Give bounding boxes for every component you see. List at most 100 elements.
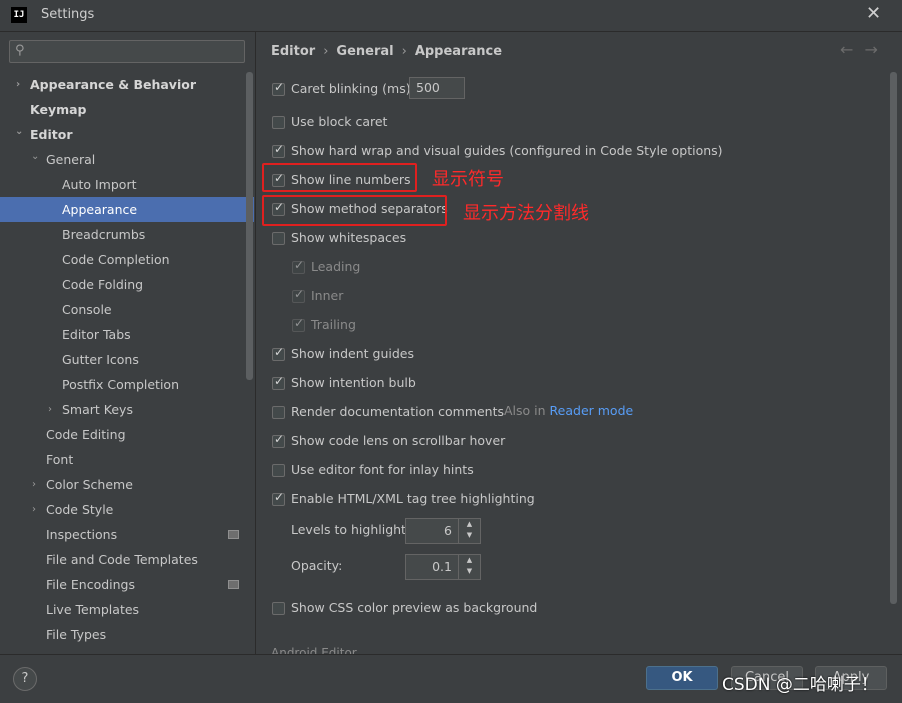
css-preview-checkbox[interactable] [272,602,285,615]
intention-bulb-label: Show intention bulb [291,375,416,390]
tree-item-breadcrumbs[interactable]: Breadcrumbs [0,222,246,247]
ok-button[interactable]: OK [646,666,718,690]
tree-item-label: Inspections [46,527,118,542]
leading-label: Leading [311,259,361,274]
watermark: CSDN @二哈喇子！ [722,675,878,695]
content-scrollbar[interactable] [890,72,897,604]
tree-item-file-types[interactable]: File Types [0,622,246,647]
app-logo-icon: IJ [11,7,27,23]
history-nav: ← → [840,40,878,59]
tree-item-live-templates[interactable]: Live Templates [0,597,246,622]
block-caret-label: Use block caret [291,114,388,129]
tree-item-file-encodings[interactable]: File Encodings [0,572,246,597]
tree-item-editor-tabs[interactable]: Editor Tabs [0,322,246,347]
sidebar-scrollbar[interactable] [246,72,253,380]
tree-item-label: Console [62,302,112,317]
levels-label: Levels to highlight: [291,522,411,537]
breadcrumb-separator: › [401,44,407,59]
back-arrow-icon[interactable]: ← [840,40,853,59]
annotation-line-numbers: 显示符号 [432,169,504,190]
whitespaces-label: Show whitespaces [291,230,407,245]
tree-item-font[interactable]: Font [0,447,246,472]
tree-item-gutter-icons[interactable]: Gutter Icons [0,347,246,372]
tree-item-code-completion[interactable]: Code Completion [0,247,246,272]
tree-item-appearance[interactable]: Appearance [0,197,254,222]
spinner-arrows-icon[interactable]: ▲ ▼ [458,519,480,543]
code-lens-checkbox[interactable] [272,432,285,448]
indent-guides-checkbox[interactable] [272,345,285,361]
tree-item-postfix-completion[interactable]: Postfix Completion [0,372,246,397]
search-input[interactable]: ⚲ [9,40,245,63]
leading-checkbox[interactable] [292,258,305,274]
hard-wrap-label: Show hard wrap and visual guides (config… [291,143,723,158]
render-docs-hint: Also in Reader mode [504,400,633,422]
chevron-right-icon[interactable]: › [48,397,52,422]
chevron-right-icon[interactable]: › [16,72,20,97]
tree-item-label: Code Editing [46,427,126,442]
trailing-checkbox[interactable] [292,316,305,332]
render-docs-label: Render documentation comments [291,404,505,419]
caret-blinking-checkbox[interactable] [272,80,285,96]
reader-mode-link[interactable]: Reader mode [550,403,634,418]
levels-value: 6 [444,523,452,538]
tree-item-general[interactable]: ⌄ General [0,147,246,172]
spinner-arrows-icon[interactable]: ▲ ▼ [458,555,480,579]
caret-blinking-input[interactable]: 500 [409,77,465,99]
indent-guides-label: Show indent guides [291,346,414,361]
tree-item-label: Font [46,452,74,467]
project-scope-icon [228,580,239,589]
tree-item-label: File and Code Templates [46,552,198,567]
tree-item-code-editing[interactable]: Code Editing [0,422,246,447]
block-caret-checkbox[interactable] [272,116,285,129]
tree-item-appearance-behavior[interactable]: › Appearance & Behavior [0,72,246,97]
close-icon[interactable]: ✕ [866,3,881,24]
tree-item-label: Code Completion [62,252,170,267]
intention-bulb-checkbox[interactable] [272,374,285,390]
window-title: Settings [41,7,95,22]
tree-item-code-style[interactable]: › Code Style [0,497,246,522]
code-lens-label: Show code lens on scrollbar hover [291,433,506,448]
opacity-spinner[interactable]: 0.1 ▲ ▼ [405,554,481,580]
tree-item-console[interactable]: Console [0,297,246,322]
breadcrumb-item[interactable]: Editor [271,44,315,59]
render-docs-checkbox[interactable] [272,406,285,419]
inner-checkbox[interactable] [292,287,305,303]
hard-wrap-checkbox[interactable] [272,142,285,158]
tree-item-smart-keys[interactable]: › Smart Keys [0,397,246,422]
breadcrumb-separator: › [323,44,329,59]
inner-label: Inner [311,288,344,303]
tree-item-label: Code Folding [62,277,144,292]
editor-font-hints-checkbox[interactable] [272,464,285,477]
breadcrumb-item: Appearance [414,44,503,59]
forward-arrow-icon[interactable]: → [865,40,878,59]
highlight-box-method-separators [262,195,447,226]
levels-spinner[interactable]: 6 ▲ ▼ [405,518,481,544]
tree-item-auto-import[interactable]: Auto Import [0,172,246,197]
hint-prefix: Also in [504,403,546,418]
tree-item-label: File Types [46,627,107,642]
tree-item-color-scheme[interactable]: › Color Scheme [0,472,246,497]
chevron-right-icon[interactable]: › [32,472,36,497]
tag-highlighting-label: Enable HTML/XML tag tree highlighting [291,491,535,506]
tree-item-label: Auto Import [62,177,137,192]
search-icon: ⚲ [15,43,25,58]
tree-item-inspections[interactable]: Inspections [0,522,246,547]
tree-item-label: File Encodings [46,577,136,592]
tree-item-label: Appearance [62,202,138,217]
tree-item-file-code-templates[interactable]: File and Code Templates [0,547,246,572]
chevron-down-icon[interactable]: ⌄ [15,119,23,144]
whitespaces-checkbox[interactable] [272,232,285,245]
opacity-label: Opacity: [291,558,343,573]
tree-item-label: Keymap [30,102,87,117]
tree-item-code-folding[interactable]: Code Folding [0,272,246,297]
highlight-box-line-numbers [262,163,417,192]
tag-highlighting-checkbox[interactable] [272,490,285,506]
caret-blinking-label: Caret blinking (ms): [291,81,415,96]
breadcrumb: Editor › General › Appearance [271,44,502,59]
breadcrumb-item[interactable]: General [336,44,393,59]
help-button[interactable]: ? [13,667,37,691]
project-scope-icon [228,530,239,539]
chevron-down-icon[interactable]: ⌄ [31,144,39,169]
chevron-right-icon[interactable]: › [32,497,36,522]
tree-item-keymap[interactable]: Keymap [0,97,246,122]
